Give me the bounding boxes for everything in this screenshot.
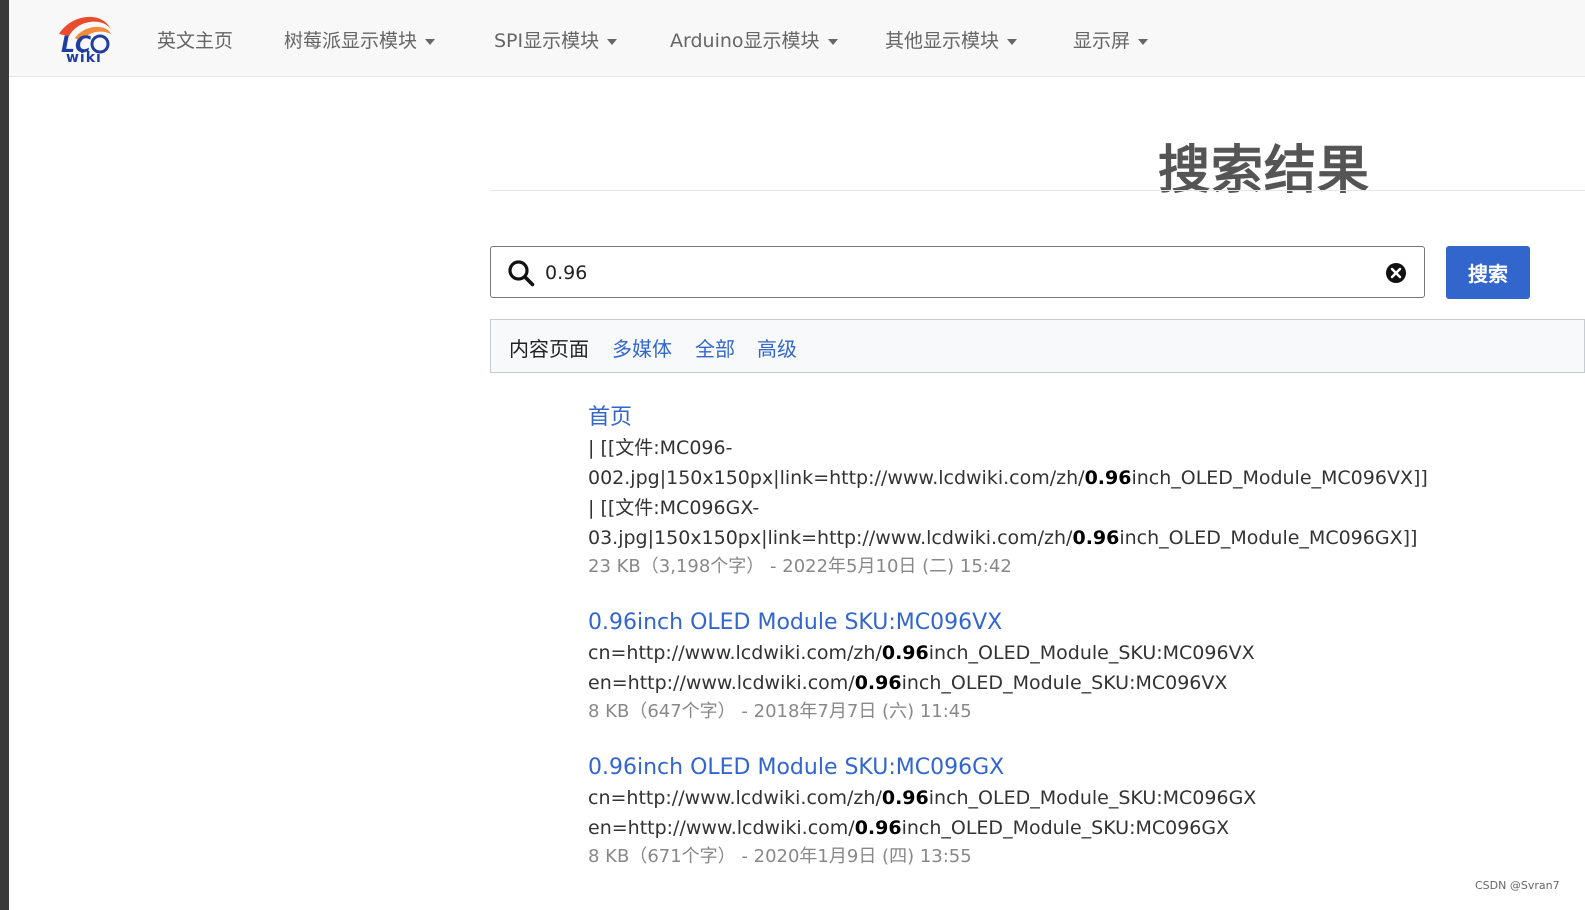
- search-icon: [508, 260, 535, 287]
- caret-down-icon: [1138, 38, 1149, 45]
- result-snippet-line: en=http://www.lcdwiki.com/0.96inch_OLED_…: [588, 817, 1230, 839]
- caret-down-icon: [425, 38, 436, 45]
- window-left-edge: [0, 0, 9, 910]
- search-result: 首页 | [[文件:MC096- 002.jpg|150x150px|link=…: [588, 403, 1568, 581]
- filter-all[interactable]: 全部: [695, 333, 735, 362]
- nav-item-label: 树莓派显示模块: [284, 30, 418, 52]
- result-meta: 23 KB（3,198个字） - 2022年5月10日 (二) 15:42: [588, 556, 1012, 577]
- result-title-link[interactable]: 首页: [588, 403, 1568, 433]
- caret-down-icon: [1007, 38, 1018, 45]
- page-title: 搜索结果: [1158, 141, 1371, 201]
- logo-text: wiki: [66, 50, 102, 66]
- search-box[interactable]: [490, 246, 1425, 298]
- nav-item-spi-display[interactable]: SPI显示模块: [494, 26, 618, 53]
- search-result: 0.96inch OLED Module SKU:MC096VX cn=http…: [588, 608, 1568, 726]
- nav-item-display-screen[interactable]: 显示屏: [1073, 26, 1149, 53]
- title-divider: [490, 190, 1585, 191]
- search-button[interactable]: 搜索: [1446, 246, 1530, 299]
- result-snippet-line: en=http://www.lcdwiki.com/0.96inch_OLED_…: [588, 672, 1228, 694]
- search-filter-bar: 内容页面 多媒体 全部 高级: [490, 319, 1585, 373]
- nav-item-english-home[interactable]: 英文主页: [157, 26, 233, 53]
- nav-item-label: SPI显示模块: [494, 30, 600, 52]
- filter-multimedia[interactable]: 多媒体: [612, 333, 672, 362]
- filter-advanced[interactable]: 高级: [757, 333, 797, 362]
- filter-content-pages[interactable]: 内容页面: [509, 333, 589, 362]
- clear-search-icon[interactable]: [1385, 262, 1407, 284]
- nav-item-label: 其他显示模块: [885, 30, 1000, 52]
- top-navbar: LC wiki 英文主页 树莓派显示模块 SPI显示模块 Arduino显示模块…: [9, 0, 1585, 77]
- result-snippet-line: | [[文件:MC096GX-: [588, 497, 760, 519]
- nav-item-label: 英文主页: [157, 30, 234, 52]
- result-snippet-line: cn=http://www.lcdwiki.com/zh/0.96inch_OL…: [588, 787, 1257, 809]
- nav-item-label: 显示屏: [1073, 30, 1131, 52]
- caret-down-icon: [827, 38, 838, 45]
- nav-item-arduino-display[interactable]: Arduino显示模块: [670, 26, 838, 53]
- watermark: CSDN @Svran7: [1475, 879, 1560, 892]
- search-result: 0.96inch OLED Module SKU:MC096GX cn=http…: [588, 753, 1568, 871]
- result-snippet-line: cn=http://www.lcdwiki.com/zh/0.96inch_OL…: [588, 642, 1255, 664]
- result-meta: 8 KB（671个字） - 2020年1月9日 (四) 13:55: [588, 846, 972, 867]
- result-title-link[interactable]: 0.96inch OLED Module SKU:MC096VX: [588, 608, 1568, 638]
- nav-item-raspberry-pi-display[interactable]: 树莓派显示模块: [284, 26, 436, 53]
- result-title-link[interactable]: 0.96inch OLED Module SKU:MC096GX: [588, 753, 1568, 783]
- result-meta: 8 KB（647个字） - 2018年7月7日 (六) 11:45: [588, 701, 972, 722]
- nav-item-label: Arduino显示模块: [670, 30, 820, 52]
- nav-item-other-display[interactable]: 其他显示模块: [885, 26, 1018, 53]
- caret-down-icon: [607, 38, 618, 45]
- result-snippet-line: 002.jpg|150x150px|link=http://www.lcdwik…: [588, 467, 1428, 489]
- result-snippet-line: | [[文件:MC096-: [588, 437, 733, 459]
- result-snippet-line: 03.jpg|150x150px|link=http://www.lcdwiki…: [588, 527, 1418, 549]
- search-input[interactable]: [543, 257, 1367, 289]
